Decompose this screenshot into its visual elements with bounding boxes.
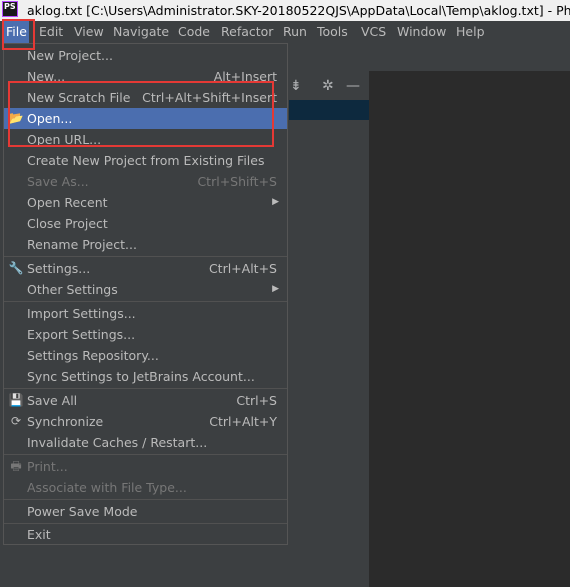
menu-item-shortcut: Ctrl+Alt+S — [208, 261, 277, 276]
menu-run[interactable]: Run — [281, 21, 309, 43]
menu-navigate[interactable]: Navigate — [111, 21, 171, 43]
menu-window[interactable]: Window — [395, 21, 448, 43]
menu-separator — [4, 256, 287, 257]
menu-vcs[interactable]: VCS — [359, 21, 388, 43]
main-menu-bar: File Edit View Navigate Code Refactor Ru… — [0, 21, 570, 43]
menu-help[interactable]: Help — [454, 21, 487, 43]
menu-item-label: Synchronize — [27, 414, 104, 429]
menu-item-open-recent[interactable]: Open Recent ▶ — [4, 192, 287, 213]
phpstorm-app-icon: PS — [2, 1, 18, 17]
menu-item-exit[interactable]: Exit — [4, 524, 287, 545]
menu-item-label: New Project... — [27, 48, 113, 63]
submenu-arrow-icon: ▶ — [272, 197, 279, 207]
menu-item-import-settings[interactable]: Import Settings... — [4, 303, 287, 324]
menu-item-save-as[interactable]: Save As... Ctrl+Shift+S — [4, 171, 287, 192]
menu-item-label: Settings... — [27, 261, 91, 276]
menu-item-label: Export Settings... — [27, 327, 136, 342]
menu-separator — [4, 499, 287, 500]
menu-item-invalidate-caches[interactable]: Invalidate Caches / Restart... — [4, 432, 287, 453]
sync-icon: ⟳ — [10, 414, 22, 428]
collapse-all-icon[interactable]: ⇟ — [290, 78, 302, 94]
menu-item-label: Open Recent — [27, 195, 108, 210]
menu-item-label: Associate with File Type... — [27, 480, 187, 495]
menu-item-associate-file-type[interactable]: Associate with File Type... — [4, 477, 287, 498]
wrench-icon: 🔧 — [8, 261, 24, 275]
menu-item-power-save-mode[interactable]: Power Save Mode — [4, 501, 287, 522]
minimize-icon[interactable]: — — [346, 78, 360, 94]
menu-separator — [4, 454, 287, 455]
menu-item-label: Create New Project from Existing Files — [27, 153, 265, 168]
menu-item-settings-repository[interactable]: Settings Repository... — [4, 345, 287, 366]
menu-item-label: Invalidate Caches / Restart... — [27, 435, 208, 450]
menu-item-label: Print... — [27, 459, 68, 474]
menu-item-print[interactable]: 🖶 Print... — [4, 456, 287, 477]
project-tree-selected-row[interactable] — [289, 100, 369, 120]
menu-item-create-from-existing[interactable]: Create New Project from Existing Files — [4, 150, 287, 171]
menu-item-shortcut: Ctrl+S — [236, 393, 277, 408]
window-title-bar: PS aklog.txt [C:\Users\Administrator.SKY… — [0, 0, 570, 21]
save-icon: 💾 — [8, 393, 24, 407]
menu-item-sync-settings[interactable]: Sync Settings to JetBrains Account... — [4, 366, 287, 387]
menu-item-new-project[interactable]: New Project... — [4, 45, 287, 66]
menu-separator — [4, 388, 287, 389]
menu-item-other-settings[interactable]: Other Settings ▶ — [4, 279, 287, 300]
menu-item-settings[interactable]: 🔧 Settings... Ctrl+Alt+S — [4, 258, 287, 279]
menu-item-label: Save All — [27, 393, 78, 408]
gear-icon[interactable]: ✲ — [322, 78, 334, 94]
printer-icon: 🖶 — [10, 459, 22, 473]
submenu-arrow-icon: ▶ — [272, 284, 279, 294]
menu-item-label: Save As... — [27, 174, 89, 189]
menu-item-label: Other Settings — [27, 282, 118, 297]
menu-item-export-settings[interactable]: Export Settings... — [4, 324, 287, 345]
menu-refactor[interactable]: Refactor — [219, 21, 275, 43]
menu-item-label: Close Project — [27, 216, 108, 231]
menu-item-save-all[interactable]: 💾 Save All Ctrl+S — [4, 390, 287, 411]
menu-tools[interactable]: Tools — [315, 21, 350, 43]
menu-item-label: Settings Repository... — [27, 348, 159, 363]
menu-item-label: Exit — [27, 527, 51, 542]
menu-item-close-project[interactable]: Close Project — [4, 213, 287, 234]
menu-separator — [4, 301, 287, 302]
window-title: aklog.txt [C:\Users\Administrator.SKY-20… — [27, 3, 570, 18]
menu-view[interactable]: View — [72, 21, 106, 43]
annotation-open-items-box — [8, 81, 274, 147]
menu-item-label: Rename Project... — [27, 237, 137, 252]
menu-item-shortcut: Ctrl+Alt+Y — [209, 414, 277, 429]
menu-item-label: Power Save Mode — [27, 504, 138, 519]
menu-item-rename-project[interactable]: Rename Project... — [4, 234, 287, 255]
menu-code[interactable]: Code — [176, 21, 212, 43]
menu-item-label: Import Settings... — [27, 306, 136, 321]
menu-item-synchronize[interactable]: ⟳ Synchronize Ctrl+Alt+Y — [4, 411, 287, 432]
menu-edit[interactable]: Edit — [37, 21, 65, 43]
annotation-file-menu-box — [2, 19, 35, 50]
editor-area[interactable] — [369, 71, 570, 587]
menu-item-shortcut: Ctrl+Shift+S — [197, 174, 277, 189]
menu-item-label: Sync Settings to JetBrains Account... — [27, 369, 255, 384]
